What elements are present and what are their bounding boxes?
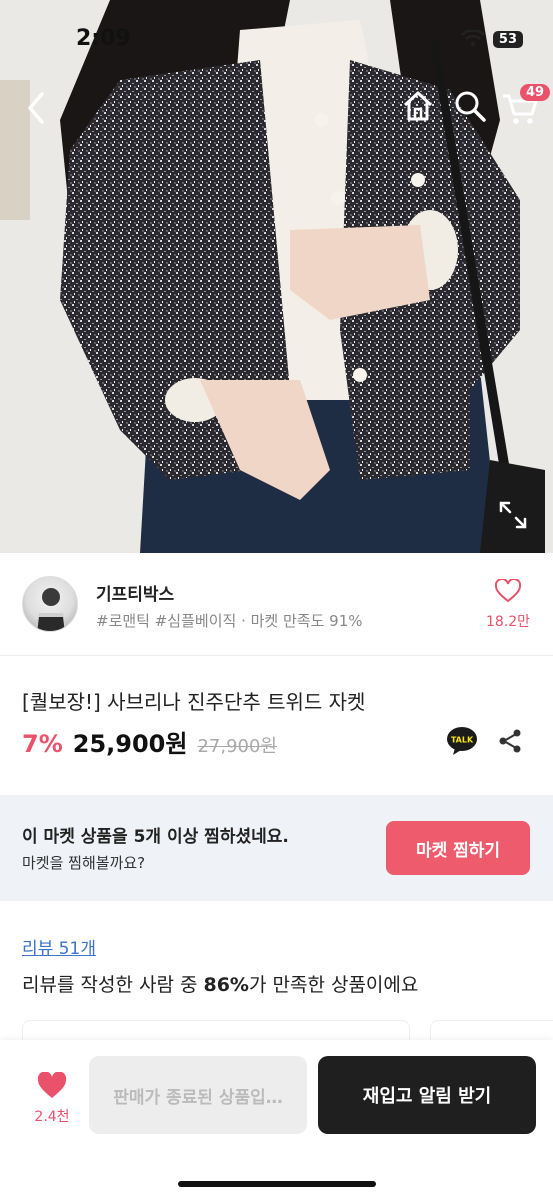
product-like-button[interactable]: 2.4천 (28, 1071, 76, 1126)
discount-rate: 7% (22, 730, 63, 758)
banner-subtitle: 마켓을 찜해볼까요? (22, 854, 146, 872)
shop-like-button[interactable]: 18.2만 (482, 577, 534, 631)
price-row: 7% 25,900원 27,900원 (22, 724, 277, 759)
market-like-button[interactable]: 마켓 찜하기 (386, 821, 530, 875)
expand-icon[interactable] (498, 500, 528, 530)
product-image[interactable]: 2:09 53 49 (0, 0, 553, 553)
status-icons: 53 (460, 30, 523, 48)
banner-title: 이 마켓 상품을 5개 이상 찜하셨네요. (22, 827, 289, 847)
review-summary: 리뷰를 작성한 사람 중 86%가 만족한 상품이에요 (22, 970, 418, 997)
shop-like-count: 18.2만 (485, 614, 531, 630)
wifi-icon (460, 30, 485, 47)
review-satisfaction-percent: 86% (203, 974, 249, 996)
sold-out-button: 판매가 종료된 상품입… (89, 1056, 307, 1134)
heart-outline-icon (494, 577, 522, 603)
seller-tags: #로맨틱 #심플베이직 · 마켓 만족도 91% (96, 612, 363, 630)
seller-name[interactable]: 기프티박스 (96, 580, 174, 605)
search-icon[interactable] (452, 88, 488, 124)
review-summary-prefix: 리뷰를 작성한 사람 중 (22, 974, 204, 996)
seller-row[interactable]: 기프티박스 #로맨틱 #심플베이직 · 마켓 만족도 91% 18.2만 (0, 553, 553, 656)
bottom-action-bar: 2.4천 판매가 종료된 상품입… 재입고 알림 받기 (0, 1040, 553, 1200)
review-summary-suffix: 가 만족한 상품이에요 (248, 974, 419, 996)
sale-price: 25,900원 (72, 730, 188, 758)
market-like-banner: 이 마켓 상품을 5개 이상 찜하셨네요. 마켓을 찜해볼까요? 마켓 찜하기 (0, 795, 553, 901)
review-count-link[interactable]: 리뷰 51개 (22, 934, 96, 959)
home-indicator (178, 1181, 376, 1187)
product-title: [퀄보장!] 사브리나 진주단추 트위드 자켓 (22, 690, 366, 714)
product-like-count: 2.4천 (34, 1109, 70, 1125)
share-icon[interactable] (496, 727, 524, 755)
product-photo (0, 0, 553, 553)
kakao-talk-icon[interactable]: TALK (446, 726, 478, 756)
heart-filled-icon (37, 1071, 67, 1098)
original-price: 27,900원 (197, 736, 277, 757)
cart-count-badge: 49 (520, 84, 551, 101)
seller-avatar[interactable] (22, 576, 78, 632)
restock-alert-button[interactable]: 재입고 알림 받기 (318, 1056, 536, 1134)
avatar-image (35, 588, 67, 631)
home-icon[interactable] (400, 88, 436, 124)
talk-label: TALK (451, 736, 474, 745)
battery-indicator: 53 (492, 30, 523, 48)
status-time: 2:09 (76, 26, 131, 51)
back-icon[interactable] (20, 88, 52, 128)
